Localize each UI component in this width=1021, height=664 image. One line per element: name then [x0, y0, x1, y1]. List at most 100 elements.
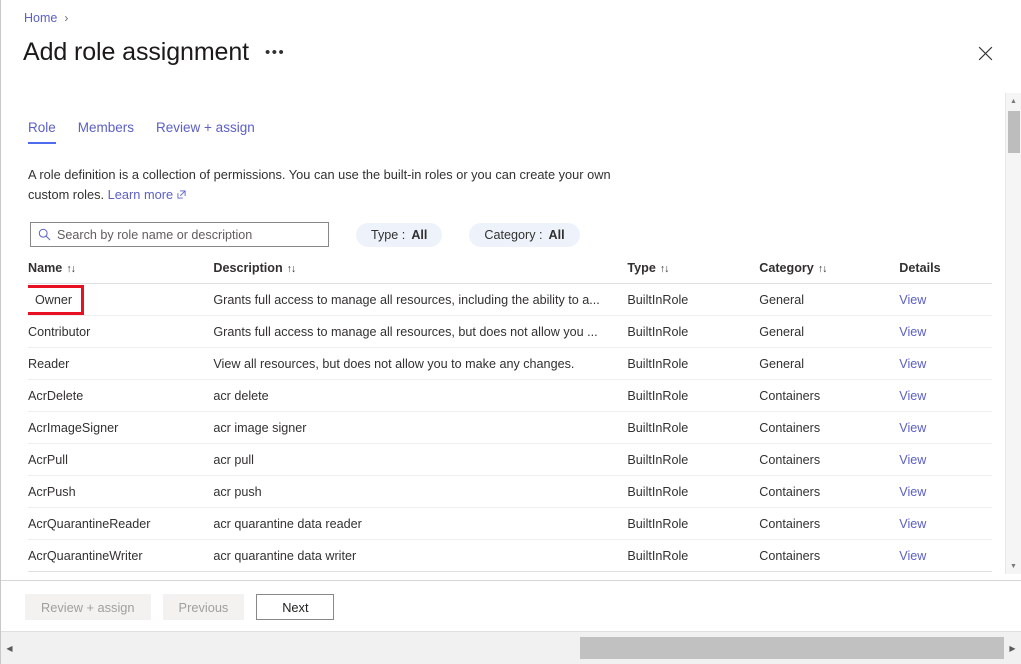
cell-name: Contributor: [28, 315, 214, 348]
filter-pill-type[interactable]: Type : All: [356, 222, 443, 247]
review-assign-button[interactable]: Review + assign: [25, 594, 151, 620]
cell-description: Grants full access to manage all resourc…: [213, 315, 628, 348]
horizontal-scrollbar-thumb[interactable]: [580, 637, 1004, 659]
filter-pill-type-label: Type :: [371, 227, 406, 242]
table-row[interactable]: Reader View all resources, but does not a…: [28, 347, 992, 380]
breadcrumb: Home ›: [24, 11, 68, 25]
tab-members[interactable]: Members: [78, 120, 134, 144]
table-row[interactable]: AcrQuarantineReader acr quarantine data r…: [28, 507, 992, 540]
filter-pill-category[interactable]: Category : All: [469, 222, 580, 247]
breadcrumb-home-link[interactable]: Home: [24, 11, 57, 25]
role-name[interactable]: Reader: [28, 357, 69, 371]
view-details-link[interactable]: View: [899, 389, 926, 403]
footer-buttons: Review + assign Previous Next: [1, 581, 1021, 620]
cell-name: AcrQuarantineWriter: [28, 539, 214, 572]
horizontal-scrollbar-track[interactable]: [18, 632, 1004, 664]
role-name[interactable]: AcrDelete: [28, 389, 83, 403]
blade-footer: Review + assign Previous Next: [1, 580, 1021, 631]
cell-name: AcrPush: [28, 475, 214, 508]
cell-type: BuiltInRole: [627, 379, 760, 412]
tab-role[interactable]: Role: [28, 120, 56, 144]
column-header-name-label: Name: [28, 261, 63, 275]
cell-type: BuiltInRole: [627, 283, 760, 316]
role-name[interactable]: AcrPull: [28, 453, 68, 467]
learn-more-link[interactable]: Learn more: [108, 187, 173, 202]
search-box[interactable]: [30, 222, 329, 247]
table-row[interactable]: AcrDelete acr delete BuiltInRole Containers…: [28, 379, 992, 412]
roles-table-head: Name ↑↓ Description ↑↓ Type ↑↓ Category ↑↓ D: [28, 261, 992, 284]
previous-button[interactable]: Previous: [162, 594, 245, 620]
cell-name: AcrImageSigner: [28, 411, 214, 444]
cell-name: AcrQuarantineReader: [28, 507, 214, 540]
cell-name: Owner: [28, 283, 214, 316]
horizontal-scrollbar[interactable]: ◀ ▶: [1, 631, 1021, 664]
view-details-link[interactable]: View: [899, 517, 926, 531]
table-row[interactable]: AcrPull acr pull BuiltInRole Containers View: [28, 443, 992, 476]
table-row[interactable]: AcrQuarantineWriter acr quarantine data w…: [28, 539, 992, 572]
scroll-down-icon[interactable]: ▼: [1006, 558, 1021, 574]
cell-category: General: [759, 283, 900, 316]
close-icon[interactable]: [973, 41, 997, 65]
vertical-scrollbar-thumb[interactable]: [1008, 111, 1020, 153]
cell-category: Containers: [759, 539, 900, 572]
view-details-link[interactable]: View: [899, 357, 926, 371]
vertical-scrollbar[interactable]: ▲ ▼: [1005, 93, 1021, 574]
column-header-category[interactable]: Category ↑↓: [759, 261, 900, 284]
column-header-name[interactable]: Name ↑↓: [28, 261, 214, 284]
view-details-link[interactable]: View: [899, 485, 926, 499]
cell-description: acr delete: [213, 379, 628, 412]
column-header-description[interactable]: Description ↑↓: [213, 261, 628, 284]
view-details-link[interactable]: View: [899, 325, 926, 339]
view-details-link[interactable]: View: [899, 421, 926, 435]
cell-description: acr quarantine data reader: [213, 507, 628, 540]
table-row[interactable]: Owner Grants full access to manage all re…: [28, 283, 992, 316]
table-row[interactable]: AcrPush acr push BuiltInRole Containers View: [28, 475, 992, 508]
cell-description: acr image signer: [213, 411, 628, 444]
filter-pill-type-value: All: [411, 227, 428, 242]
filter-pill-category-label: Category :: [484, 227, 543, 242]
tab-review-assign[interactable]: Review + assign: [156, 120, 255, 144]
role-name-highlighted[interactable]: Owner: [28, 284, 85, 315]
cell-details: View: [899, 283, 992, 316]
column-header-description-label: Description: [213, 261, 283, 275]
cell-details: View: [899, 507, 992, 540]
filter-row: Type : All Category : All: [30, 222, 580, 247]
cell-category: General: [759, 347, 900, 380]
scroll-right-icon[interactable]: ▶: [1004, 632, 1021, 664]
column-header-type[interactable]: Type ↑↓: [627, 261, 760, 284]
scroll-up-icon[interactable]: ▲: [1006, 93, 1021, 109]
cell-type: BuiltInRole: [627, 539, 760, 572]
cell-category: Containers: [759, 443, 900, 476]
cell-description: acr pull: [213, 443, 628, 476]
table-row[interactable]: AcrImageSigner acr image signer BuiltInRol…: [28, 411, 992, 444]
role-name[interactable]: AcrImageSigner: [28, 421, 118, 435]
role-name[interactable]: AcrQuarantineWriter: [28, 549, 143, 563]
cell-type: BuiltInRole: [627, 315, 760, 348]
tab-review-assign-label: Review + assign: [156, 120, 255, 135]
cell-description: acr quarantine data writer: [213, 539, 628, 572]
role-name[interactable]: AcrPush: [28, 485, 76, 499]
table-row[interactable]: Contributor Grants full access to manage …: [28, 315, 992, 348]
cell-name: AcrPull: [28, 443, 214, 476]
sort-arrows-icon: ↑↓: [66, 263, 75, 275]
roles-table: Name ↑↓ Description ↑↓ Type ↑↓ Category ↑↓ D: [28, 261, 992, 572]
cell-details: View: [899, 475, 992, 508]
description-text: A role definition is a collection of per…: [28, 165, 638, 207]
view-details-link[interactable]: View: [899, 549, 926, 563]
cell-type: BuiltInRole: [627, 475, 760, 508]
role-name[interactable]: Contributor: [28, 325, 90, 339]
view-details-link[interactable]: View: [899, 453, 926, 467]
role-name[interactable]: AcrQuarantineReader: [28, 517, 151, 531]
next-button[interactable]: Next: [256, 594, 335, 620]
breadcrumb-chevron-icon: ›: [64, 11, 69, 25]
search-input[interactable]: [57, 227, 321, 242]
scroll-left-icon[interactable]: ◀: [1, 632, 18, 664]
column-header-type-label: Type: [627, 261, 656, 275]
cell-category: Containers: [759, 379, 900, 412]
tab-members-label: Members: [77, 120, 135, 135]
more-options-icon[interactable]: •••: [265, 44, 285, 61]
blade-content: Role Members Review + assign A role defi…: [1, 93, 1021, 580]
page-title-row: Add role assignment •••: [23, 38, 285, 67]
column-header-category-label: Category: [759, 261, 814, 275]
view-details-link[interactable]: View: [899, 293, 926, 307]
